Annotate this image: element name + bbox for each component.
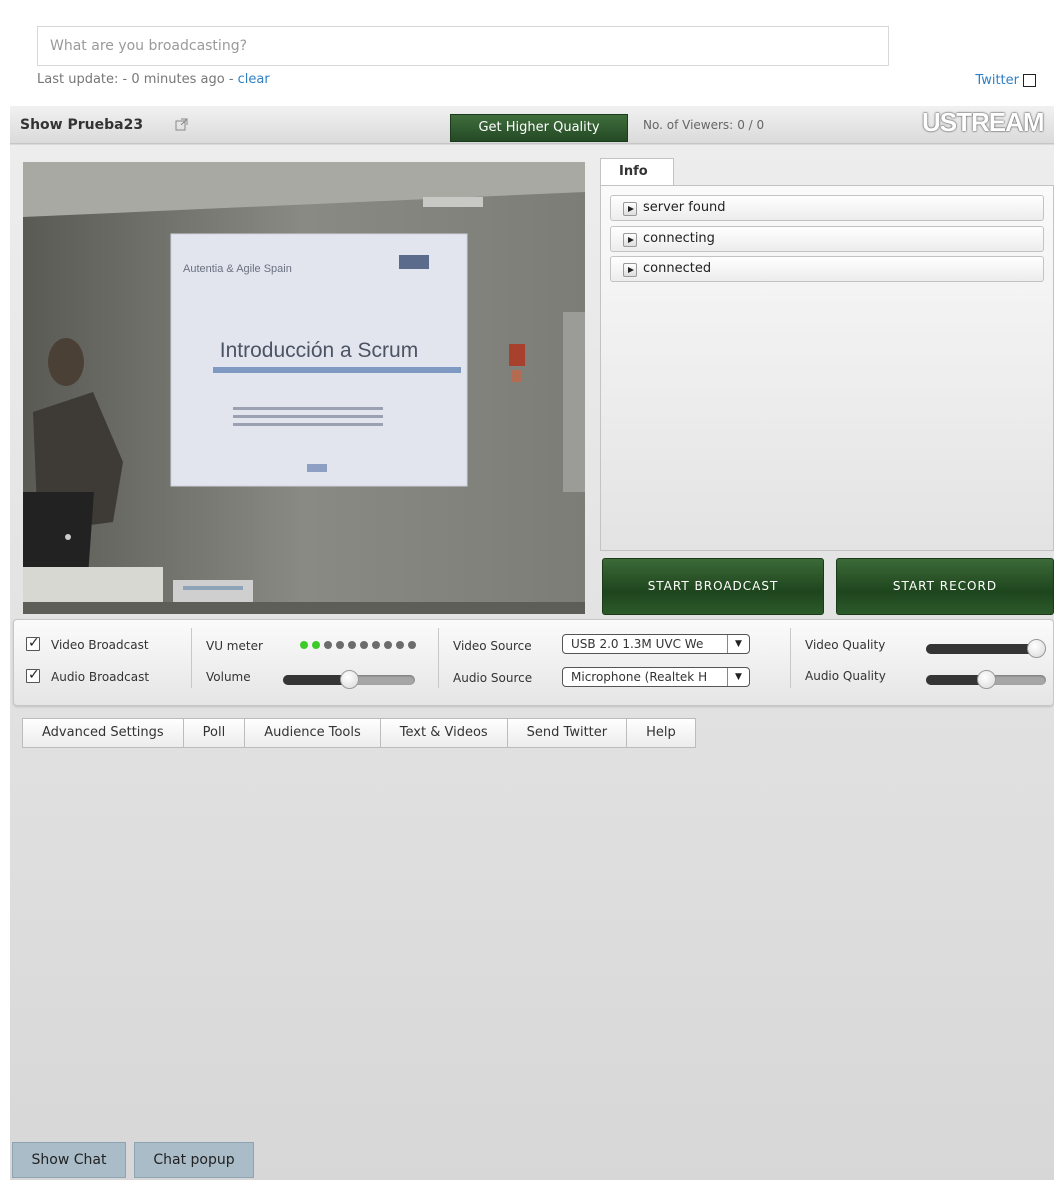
video-source-value: USB 2.0 1.3M UVC We [571, 637, 704, 651]
chat-bar: Show Chat Chat popup [0, 1140, 1054, 1178]
app-header: Show Prueba23 Get Higher Quality No. of … [10, 106, 1054, 144]
tab-help[interactable]: Help [627, 718, 696, 748]
log-item-label: connected [643, 261, 712, 276]
show-chat-button[interactable]: Show Chat [12, 1142, 126, 1178]
audio-broadcast-checkbox[interactable] [26, 667, 40, 683]
vu-meter-dot [348, 641, 356, 649]
log-item[interactable]: connected [610, 256, 1044, 282]
video-source-label: Video Source [453, 639, 532, 653]
broadcaster-app: Show Prueba23 Get Higher Quality No. of … [10, 106, 1054, 1180]
audio-source-value: Microphone (Realtek H [571, 670, 708, 684]
video-quality-slider[interactable] [926, 639, 1046, 658]
audio-quality-slider[interactable] [926, 670, 1046, 689]
clear-link[interactable]: clear [238, 72, 270, 87]
tab-text-videos[interactable]: Text & Videos [380, 718, 508, 748]
video-quality-label: Video Quality [805, 638, 886, 652]
log-item-label: server found [643, 200, 726, 215]
last-update-text: Last update: - 0 minutes ago - [37, 72, 238, 87]
start-record-button[interactable]: START RECORD [836, 558, 1054, 615]
tab-poll[interactable]: Poll [183, 718, 246, 748]
vu-meter [300, 640, 420, 650]
vu-meter-dot [336, 641, 344, 649]
audio-source-select[interactable]: Microphone (Realtek H ▼ [562, 667, 750, 687]
settings-tabs: Advanced Settings Poll Audience Tools Te… [22, 718, 696, 748]
vu-meter-dot [408, 641, 416, 649]
vu-meter-dot [372, 641, 380, 649]
vu-meter-dot [324, 641, 332, 649]
audio-broadcast-label: Audio Broadcast [51, 670, 150, 684]
chat-popup-button[interactable]: Chat popup [134, 1142, 254, 1178]
volume-label: Volume [206, 670, 251, 684]
viewers-label: No. of Viewers: [643, 118, 734, 132]
slide-title: Introducción a Scrum [220, 339, 418, 362]
vu-meter-dot [312, 641, 320, 649]
tab-send-twitter[interactable]: Send Twitter [507, 718, 628, 748]
controls-panel: Video Broadcast Audio Broadcast VU meter… [13, 619, 1054, 706]
divider [438, 628, 439, 688]
slide-brand: Autentia & Agile Spain [183, 263, 292, 275]
start-broadcast-button[interactable]: START BROADCAST [602, 558, 824, 615]
info-panel: Info server found connecting connected [600, 158, 1054, 551]
tab-advanced-settings[interactable]: Advanced Settings [22, 718, 184, 748]
tab-audience-tools[interactable]: Audience Tools [245, 718, 381, 748]
last-update: Last update: - 0 minutes ago - clear [37, 72, 270, 87]
twitter-checkbox[interactable] [1023, 74, 1036, 87]
external-link-icon[interactable] [175, 118, 188, 131]
video-quality-slider-knob[interactable] [1027, 639, 1046, 658]
tab-info[interactable]: Info [600, 158, 674, 186]
vu-meter-dot [384, 641, 392, 649]
play-icon [623, 233, 637, 247]
play-icon [623, 263, 637, 277]
get-higher-quality-button[interactable]: Get Higher Quality [450, 114, 628, 142]
divider [191, 628, 192, 688]
log-item[interactable]: connecting [610, 226, 1044, 252]
play-icon [623, 202, 637, 216]
status-input[interactable] [37, 26, 889, 66]
chevron-down-icon: ▼ [727, 635, 749, 653]
log-item-label: connecting [643, 231, 715, 246]
chevron-down-icon: ▼ [727, 668, 749, 686]
video-broadcast-label: Video Broadcast [51, 638, 149, 652]
log-item[interactable]: server found [610, 195, 1044, 221]
video-preview: Autentia & Agile Spain Introducción a Sc… [23, 162, 585, 614]
twitter-toggle[interactable]: Twitter [975, 73, 1036, 88]
viewers-value: 0 / 0 [737, 118, 765, 132]
video-quality-slider-fill [926, 644, 1040, 654]
vu-meter-dot [360, 641, 368, 649]
audio-source-label: Audio Source [453, 671, 533, 685]
camera-feed-image: Autentia & Agile Spain Introducción a Sc… [23, 162, 585, 614]
video-broadcast-checkbox[interactable] [26, 635, 40, 651]
divider [790, 628, 791, 688]
ustream-logo: USTREAM [922, 107, 1045, 137]
video-source-select[interactable]: USB 2.0 1.3M UVC We ▼ [562, 634, 750, 654]
audio-quality-label: Audio Quality [805, 669, 886, 683]
info-log: server found connecting connected [600, 185, 1054, 551]
volume-slider[interactable] [283, 670, 415, 689]
vu-meter-dot [396, 641, 404, 649]
viewers-count: No. of Viewers: 0 / 0 [643, 118, 764, 132]
volume-slider-knob[interactable] [340, 670, 359, 689]
twitter-label: Twitter [975, 73, 1019, 88]
app-body: Autentia & Agile Spain Introducción a Sc… [10, 145, 1054, 1180]
vu-meter-dot [300, 641, 308, 649]
show-title: Show Prueba23 [20, 117, 144, 133]
audio-quality-slider-knob[interactable] [977, 670, 996, 689]
vu-meter-label: VU meter [206, 639, 263, 653]
